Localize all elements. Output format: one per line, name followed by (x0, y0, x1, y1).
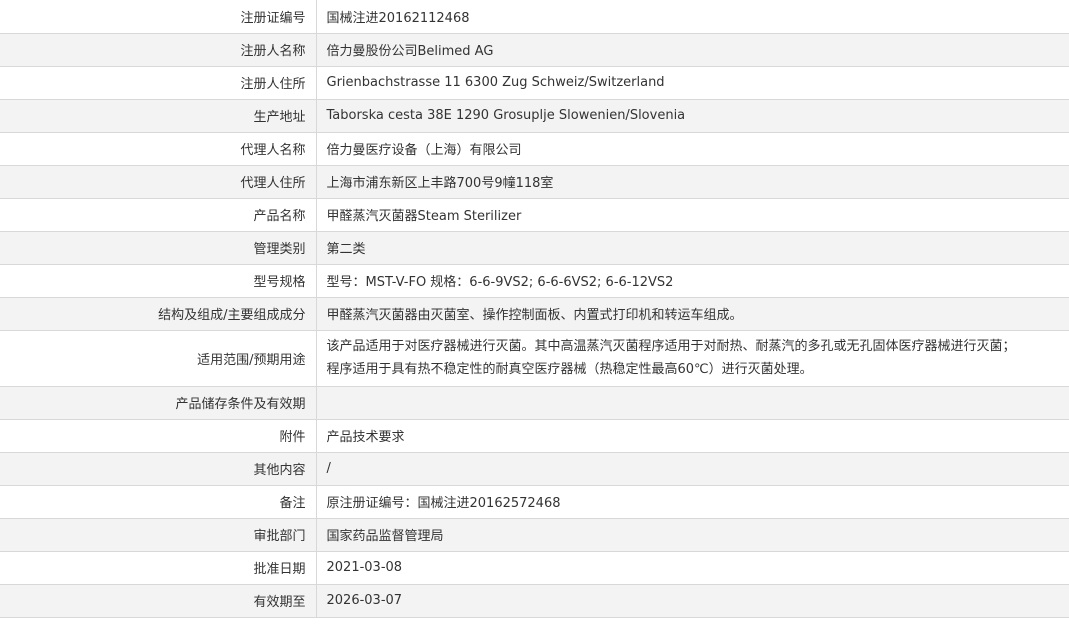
field-value: 国械注进20162112468 (316, 0, 1069, 34)
row-intended-use: 适用范围/预期用途 该产品适用于对医疗器械进行灭菌。其中高温蒸汽灭菌程序适用于对… (0, 330, 1069, 387)
row-agent-address: 代理人住所 上海市浦东新区上丰路700号9幢118室 (0, 165, 1069, 199)
field-value: 型号：MST-V-FO 规格：6-6-9VS2; 6-6-6VS2; 6-6-1… (316, 264, 1069, 298)
intended-use-line-2: 程序适用于具有热不稳定性的耐真空医疗器械（热稳定性最高60℃）进行灭菌处理。 (326, 362, 813, 377)
row-valid-until: 有效期至 2026-03-07 (0, 584, 1069, 618)
field-label: 生产地址 (0, 99, 317, 133)
field-value: Grienbachstrasse 11 6300 Zug Schweiz/Swi… (316, 66, 1069, 100)
field-label: 代理人住所 (0, 165, 317, 199)
row-registrant-address: 注册人住所 Grienbachstrasse 11 6300 Zug Schwe… (0, 66, 1069, 100)
row-storage-conditions: 产品储存条件及有效期 (0, 386, 1069, 420)
field-value: 甲醛蒸汽灭菌器由灭菌室、操作控制面板、内置式打印机和转运车组成。 (316, 297, 1069, 331)
field-value: 该产品适用于对医疗器械进行灭菌。其中高温蒸汽灭菌程序适用于对耐热、耐蒸汽的多孔或… (316, 330, 1069, 387)
row-management-category: 管理类别 第二类 (0, 231, 1069, 265)
field-value: Taborska cesta 38E 1290 Grosuplje Slowen… (316, 99, 1069, 133)
field-label: 代理人名称 (0, 132, 317, 166)
row-approval-date: 批准日期 2021-03-08 (0, 551, 1069, 585)
field-label: 注册证编号 (0, 0, 317, 34)
row-other-content: 其他内容 / (0, 452, 1069, 486)
registration-detail-table: 注册证编号 国械注进20162112468 注册人名称 倍力曼股份公司Belim… (0, 0, 1069, 618)
row-attachments: 附件 产品技术要求 (0, 419, 1069, 453)
row-agent-name: 代理人名称 倍力曼医疗设备（上海）有限公司 (0, 132, 1069, 166)
field-value: 倍力曼医疗设备（上海）有限公司 (316, 132, 1069, 166)
field-value: 国家药品监督管理局 (316, 518, 1069, 552)
field-label: 注册人住所 (0, 66, 317, 100)
field-label: 审批部门 (0, 518, 317, 552)
field-value: 原注册证编号：国械注进20162572468 (316, 485, 1069, 519)
row-registration-number: 注册证编号 国械注进20162112468 (0, 0, 1069, 34)
row-structure-composition: 结构及组成/主要组成成分 甲醛蒸汽灭菌器由灭菌室、操作控制面板、内置式打印机和转… (0, 297, 1069, 331)
row-approval-department: 审批部门 国家药品监督管理局 (0, 518, 1069, 552)
field-label: 产品储存条件及有效期 (0, 386, 317, 420)
row-registrant-name: 注册人名称 倍力曼股份公司Belimed AG (0, 33, 1069, 67)
field-label: 结构及组成/主要组成成分 (0, 297, 317, 331)
row-production-address: 生产地址 Taborska cesta 38E 1290 Grosuplje S… (0, 99, 1069, 133)
field-label: 批准日期 (0, 551, 317, 585)
field-value: 2021-03-08 (316, 551, 1069, 585)
field-value: 甲醛蒸汽灭菌器Steam Sterilizer (316, 198, 1069, 232)
field-value: 倍力曼股份公司Belimed AG (316, 33, 1069, 67)
row-model-spec: 型号规格 型号：MST-V-FO 规格：6-6-9VS2; 6-6-6VS2; … (0, 264, 1069, 298)
row-remarks: 备注 原注册证编号：国械注进20162572468 (0, 485, 1069, 519)
field-label: 管理类别 (0, 231, 317, 265)
field-label: 其他内容 (0, 452, 317, 486)
row-product-name: 产品名称 甲醛蒸汽灭菌器Steam Sterilizer (0, 198, 1069, 232)
field-label: 注册人名称 (0, 33, 317, 67)
field-value: 2026-03-07 (316, 584, 1069, 618)
field-value: / (316, 452, 1069, 486)
field-value: 产品技术要求 (316, 419, 1069, 453)
field-value (316, 386, 1069, 420)
field-label: 适用范围/预期用途 (0, 330, 317, 387)
field-label: 型号规格 (0, 264, 317, 298)
field-label: 有效期至 (0, 584, 317, 618)
field-label: 附件 (0, 419, 317, 453)
intended-use-line-1: 该产品适用于对医疗器械进行灭菌。其中高温蒸汽灭菌程序适用于对耐热、耐蒸汽的多孔或… (326, 339, 1016, 354)
field-value: 上海市浦东新区上丰路700号9幢118室 (316, 165, 1069, 199)
field-value: 第二类 (316, 231, 1069, 265)
field-label: 备注 (0, 485, 317, 519)
field-label: 产品名称 (0, 198, 317, 232)
